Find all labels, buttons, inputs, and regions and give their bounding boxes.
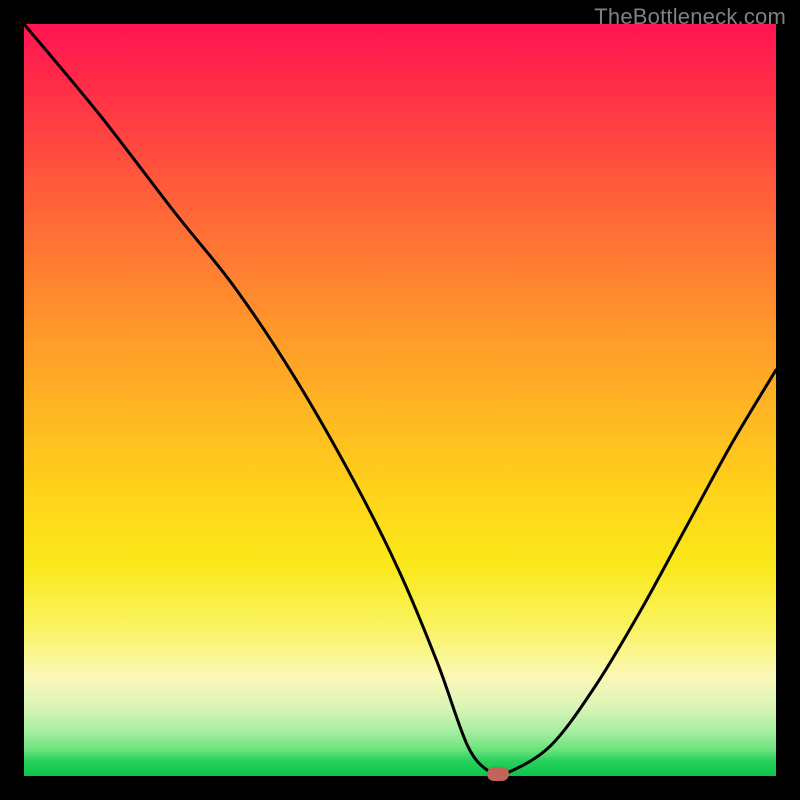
plot-area <box>24 24 776 776</box>
line-series <box>24 24 776 776</box>
chart-frame: TheBottleneck.com <box>0 0 800 800</box>
min-marker-icon <box>487 767 509 781</box>
watermark-text: TheBottleneck.com <box>594 4 786 30</box>
